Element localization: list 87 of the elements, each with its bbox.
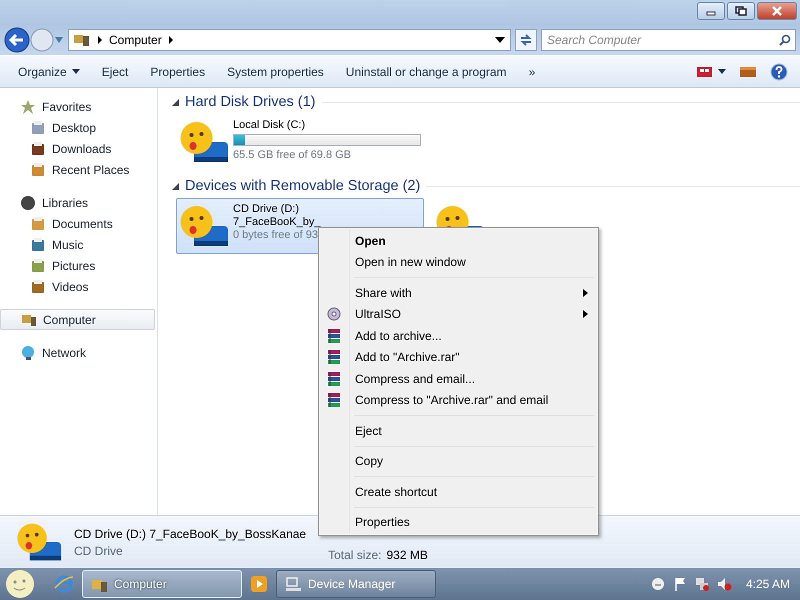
view-icon [697, 66, 713, 78]
books-stack-icon [327, 349, 341, 366]
drive-name: Local Disk (C:) [233, 119, 306, 131]
breadcrumb[interactable]: Computer [109, 33, 162, 47]
drive-label: 7_FaceBooK_by_ [233, 216, 320, 228]
menu-item[interactable]: Add to "Archive.rar" [321, 346, 596, 368]
toolbar-button[interactable]: » [518, 60, 546, 82]
minimize-button[interactable] [697, 2, 725, 20]
network-tray-icon [694, 576, 710, 592]
browser-icon [54, 574, 74, 594]
library-folder-icon [30, 258, 46, 274]
start-orb-icon [3, 569, 37, 599]
field-value: 932 MB [386, 548, 428, 562]
preview-pane-icon [740, 66, 756, 78]
network-icon [20, 344, 36, 360]
speaker-muted-icon [716, 576, 732, 592]
menu-item[interactable]: Copy [321, 450, 596, 472]
forward-circle-icon [30, 28, 54, 52]
search-icon [779, 34, 791, 46]
library-folder-icon [30, 216, 46, 232]
collapse-triangle-icon [172, 182, 179, 190]
books-stack-icon [327, 370, 341, 387]
collapse-triangle-icon [172, 98, 179, 106]
nav-item[interactable]: Videos [0, 276, 155, 297]
menu-item[interactable]: Compress to "Archive.rar" and email [321, 390, 596, 411]
dropdown-icon [54, 36, 64, 44]
menu-item[interactable]: Properties [321, 512, 596, 533]
folder-icon [30, 140, 46, 156]
nav-item[interactable]: Libraries [0, 192, 155, 213]
close-icon [771, 6, 783, 16]
star-icon [20, 98, 36, 114]
books-stack-icon [327, 328, 341, 344]
disc-icon [327, 307, 341, 322]
computer-icon [73, 33, 91, 47]
drive-space: 0 bytes free of 93 [233, 229, 319, 241]
maximize-button[interactable] [727, 2, 755, 20]
media-player-taskbar-button[interactable] [248, 573, 270, 595]
search-field[interactable]: Search Computer [541, 29, 796, 51]
nav-item[interactable]: Desktop [0, 117, 155, 138]
folder-icon [30, 162, 46, 178]
refresh-arrows-icon [519, 33, 533, 47]
nav-item[interactable]: Computer [0, 309, 155, 330]
drive-tile[interactable]: Local Disk (C:) 65.5 GB free of 69.8 GB [176, 114, 424, 170]
nav-item[interactable]: Favorites [0, 96, 155, 117]
toolbar-button[interactable]: Organize [8, 60, 90, 82]
toolbar-button[interactable]: System properties [217, 60, 334, 82]
nav-item[interactable]: Music [0, 234, 155, 255]
chevron-icon [97, 36, 103, 44]
menu-item[interactable]: Eject [321, 420, 596, 442]
group-header[interactable]: Devices with Removable Storage (2) [185, 178, 420, 194]
refresh-button[interactable] [515, 29, 537, 51]
menu-item[interactable]: Compress and email... [321, 368, 596, 390]
desktop-icon [30, 120, 46, 136]
nav-item[interactable]: Recent Places [0, 159, 155, 180]
maximize-icon [735, 6, 747, 16]
nav-item[interactable]: Documents [0, 213, 155, 234]
menu-item[interactable]: Add to archive... [321, 325, 596, 346]
menu-item[interactable]: UltraISO [321, 304, 596, 325]
books-stack-icon [327, 392, 341, 408]
drive-space: 65.5 GB free of 69.8 GB [233, 149, 352, 161]
toolbar-button[interactable]: Uninstall or change a program [336, 60, 517, 82]
toolbar-button[interactable]: Properties [140, 60, 216, 82]
library-folder-icon [30, 236, 46, 252]
nav-item[interactable]: Downloads [0, 138, 155, 159]
field-label: Total size: [328, 548, 382, 562]
back-button[interactable] [4, 27, 30, 53]
details-title: CD Drive (D:) 7_FaceBooK_by_BossKanae [74, 526, 306, 540]
dropdown-icon [718, 69, 726, 74]
drive-name: CD Drive (D:) [233, 203, 300, 215]
nav-item[interactable]: Pictures [0, 255, 155, 276]
menu-item[interactable]: Share with [321, 282, 596, 304]
libraries-icon [20, 194, 36, 210]
group-header[interactable]: Hard Disk Drives (1) [185, 94, 316, 110]
menu-item[interactable]: Open in new window [321, 252, 596, 273]
menu-item[interactable]: Create shortcut [321, 481, 596, 502]
clock[interactable]: 4:25 AM [746, 577, 790, 591]
toolbar-button[interactable]: Eject [92, 60, 138, 82]
close-button[interactable] [757, 2, 797, 20]
nav-item[interactable]: Network [0, 342, 155, 363]
address-field[interactable]: Computer [68, 29, 511, 51]
chevron-icon [168, 36, 174, 44]
details-type: CD Drive [74, 544, 124, 558]
dropdown-icon [494, 36, 506, 44]
help-icon [770, 62, 788, 80]
play-icon [250, 575, 268, 593]
library-folder-icon [30, 278, 46, 294]
device-icon [285, 576, 302, 592]
